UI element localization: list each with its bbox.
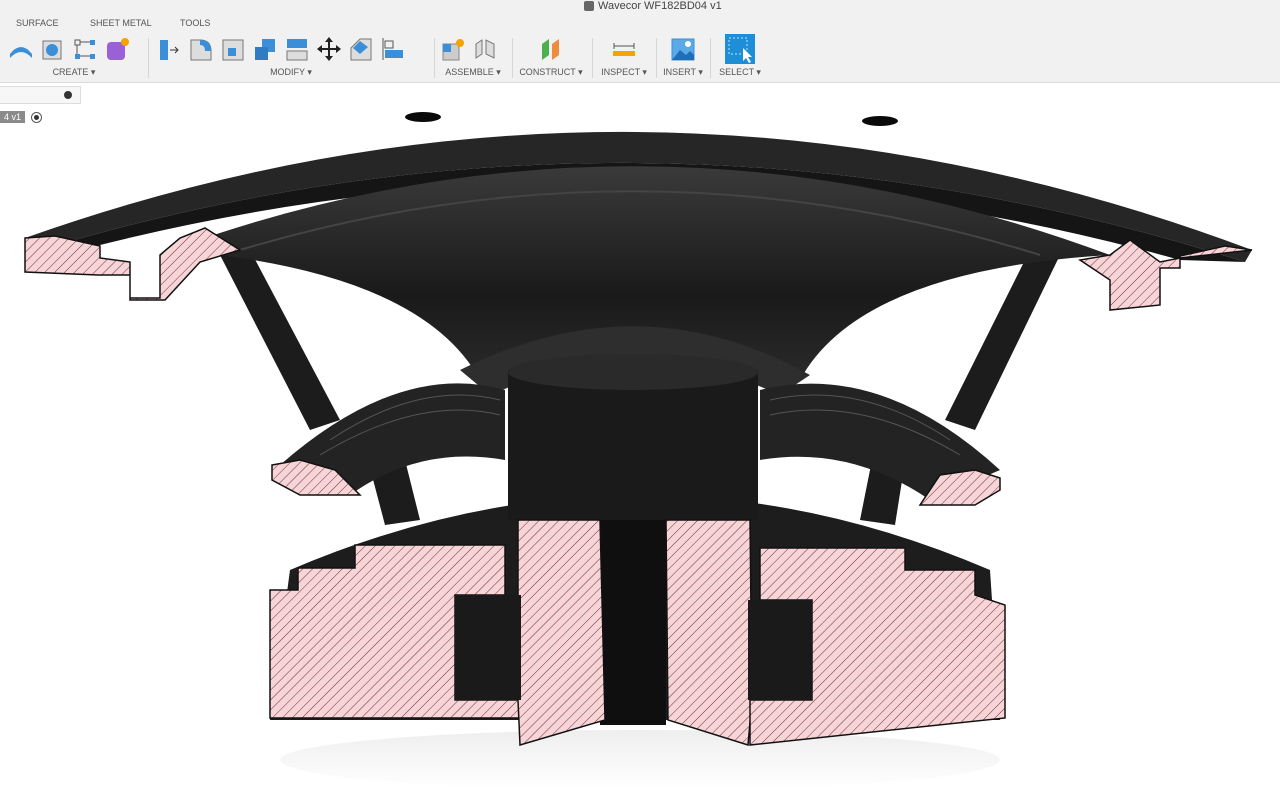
shell-icon[interactable] xyxy=(220,36,246,62)
sweep-icon[interactable] xyxy=(8,36,34,62)
assemble-group: ASSEMBLE ▾ xyxy=(440,34,506,80)
construct-menu[interactable]: CONSTRUCT ▾ xyxy=(518,67,584,78)
joint-icon[interactable] xyxy=(472,36,498,62)
mount-hole xyxy=(405,112,441,122)
combine-icon[interactable] xyxy=(252,36,278,62)
create-form-icon[interactable] xyxy=(104,36,130,62)
select-menu[interactable]: SELECT ▾ xyxy=(716,67,764,78)
tab-sheet-metal[interactable]: SHEET METAL xyxy=(90,18,152,28)
create-group: CREATE ▾ xyxy=(8,34,140,80)
ground-shadow xyxy=(280,730,1000,790)
press-pull-icon[interactable] xyxy=(156,36,182,62)
construct-group: CONSTRUCT ▾ xyxy=(518,34,584,80)
fillet-icon[interactable] xyxy=(188,36,214,62)
select-icon[interactable] xyxy=(725,34,755,64)
modify-menu[interactable]: MODIFY ▾ xyxy=(156,67,426,78)
measure-icon[interactable] xyxy=(611,36,637,62)
insert-menu[interactable]: INSERT ▾ xyxy=(662,67,704,78)
pole-piece xyxy=(508,370,758,520)
offset-plane-icon[interactable] xyxy=(538,36,564,62)
offset-face-icon[interactable] xyxy=(284,36,310,62)
tab-surface[interactable]: SURFACE xyxy=(16,18,59,28)
insert-group: INSERT ▾ xyxy=(662,34,704,80)
inspect-group: INSPECT ▾ xyxy=(598,34,650,80)
select-group: SELECT ▾ xyxy=(716,34,764,80)
insert-image-icon[interactable] xyxy=(670,36,696,62)
box-icon[interactable] xyxy=(40,36,66,62)
tab-tools[interactable]: TOOLS xyxy=(180,18,210,28)
magnet-gap xyxy=(748,600,812,700)
align-icon[interactable] xyxy=(380,36,406,62)
mount-hole xyxy=(862,116,898,126)
inspect-menu[interactable]: INSPECT ▾ xyxy=(598,67,650,78)
modify-group: MODIFY ▾ xyxy=(156,34,426,80)
viewport-3d[interactable] xyxy=(0,83,1280,799)
sketch-points-icon[interactable] xyxy=(72,36,98,62)
chamfer-icon[interactable] xyxy=(348,36,374,62)
move-icon[interactable] xyxy=(316,36,342,62)
assemble-menu[interactable]: ASSEMBLE ▾ xyxy=(440,67,506,78)
magnet-gap xyxy=(455,595,521,700)
new-component-icon[interactable] xyxy=(440,36,466,62)
toolbar: Wavecor WF182BD04 v1 SURFACE SHEET METAL… xyxy=(0,0,1280,83)
create-menu[interactable]: CREATE ▾ xyxy=(8,67,140,78)
document-title: Wavecor WF182BD04 v1 xyxy=(584,0,722,12)
document-icon xyxy=(584,1,594,11)
